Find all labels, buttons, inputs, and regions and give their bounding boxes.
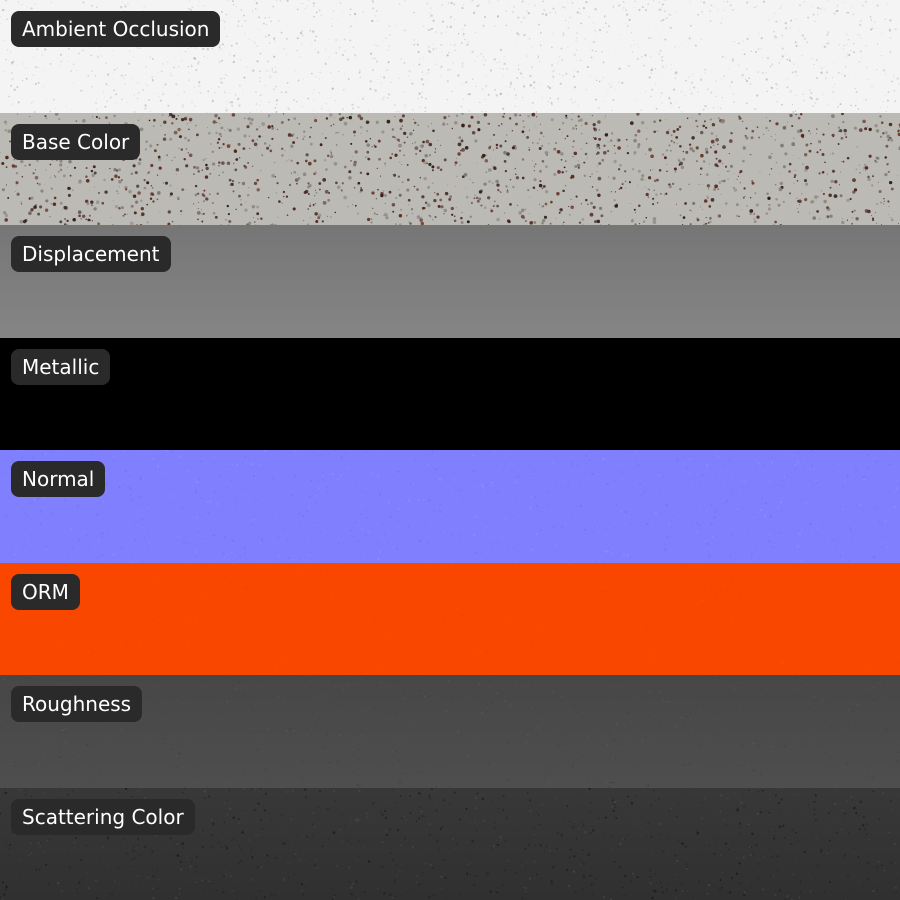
displacement-map-band: Displacement bbox=[0, 225, 900, 338]
base-color-map-band: Base Color bbox=[0, 112, 900, 225]
metallic-texture bbox=[0, 337, 900, 450]
orm-map-band: ORM bbox=[0, 562, 900, 675]
displacement-label: Displacement bbox=[11, 236, 171, 272]
roughness-label: Roughness bbox=[11, 686, 143, 722]
ambient-occlusion-map-band: Ambient Occlusion bbox=[0, 0, 900, 113]
orm-label: ORM bbox=[11, 573, 80, 610]
metallic-map-band: Metallic bbox=[0, 337, 900, 450]
normal-map-band: Normal bbox=[0, 450, 900, 563]
scattering-color-map-band: Scattering Color bbox=[0, 787, 900, 900]
ambient-occlusion-label: Ambient Occlusion bbox=[11, 11, 221, 47]
scattering-color-label: Scattering Color bbox=[11, 798, 195, 835]
orm-texture bbox=[0, 562, 900, 675]
base-color-label: Base Color bbox=[11, 123, 141, 160]
metallic-label: Metallic bbox=[11, 348, 111, 385]
normal-label: Normal bbox=[11, 461, 106, 497]
roughness-map-band: Roughness bbox=[0, 675, 900, 788]
normal-texture bbox=[0, 450, 900, 563]
texture-map-stack: Ambient Occlusion Base Color Displacemen… bbox=[0, 0, 900, 900]
